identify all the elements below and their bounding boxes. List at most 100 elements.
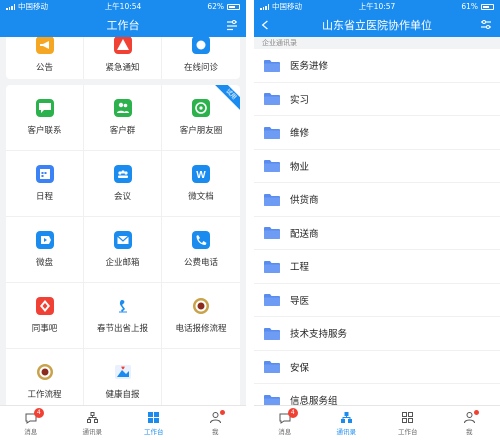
app-customer-contact[interactable]: 客户联系	[6, 85, 84, 151]
department-folder[interactable]: 导医	[254, 284, 500, 317]
chat-icon	[35, 99, 54, 117]
department-folder[interactable]: 维修	[254, 116, 500, 150]
section-header: 企业通讯录	[254, 37, 500, 49]
app-label: 企业邮箱	[105, 258, 140, 268]
workbench-screen: 中国移动 上午10:54 62% 工作台 公告 紧急通知 在线问诊 客户联系 客户群客…	[0, 0, 246, 440]
app-docs[interactable]: W 微文档	[162, 151, 240, 217]
department-folder[interactable]: 安保	[254, 351, 500, 384]
folder-label: 维修	[290, 128, 310, 140]
phone-icon	[192, 231, 210, 249]
tab-workbench[interactable]: 工作台	[123, 406, 185, 440]
seal-icon	[36, 363, 54, 381]
tab-workbench[interactable]: 工作台	[377, 406, 439, 440]
app-label: 同事吧	[31, 324, 58, 334]
department-folder[interactable]: 供货商	[254, 183, 500, 217]
battery-percent: 61%	[461, 2, 478, 11]
signal-icon	[6, 3, 15, 10]
status-bar: 中国移动 上午10:57 61%	[254, 0, 500, 13]
app-repair[interactable]: 电话报修流程	[162, 283, 240, 349]
tab-bar: 消息 4 通讯录 工作台 我	[254, 405, 500, 440]
tab-label: 工作台	[398, 427, 418, 436]
app-label: 在线问诊	[183, 63, 218, 73]
mail-icon	[113, 231, 132, 249]
folder-label: 技术支持服务	[290, 329, 348, 341]
notification-dot	[474, 410, 480, 415]
app-customer-group[interactable]: 客户群	[84, 85, 162, 151]
tab-label: 消息	[278, 427, 292, 436]
department-folder[interactable]: 实习	[254, 83, 500, 116]
tab-contacts[interactable]: 通讯录	[316, 406, 378, 440]
app-mail[interactable]: 企业邮箱	[84, 217, 162, 283]
stethoscope-icon	[192, 37, 210, 54]
back-arrow-icon[interactable]	[261, 19, 269, 31]
tab-label: 工作台	[144, 427, 164, 436]
folder-label: 实习	[290, 94, 310, 106]
tab-contacts[interactable]: 通讯录	[62, 406, 124, 440]
top-item-1[interactable]: 紧急通知	[84, 37, 162, 79]
folder-icon	[264, 93, 280, 106]
contacts-icon	[86, 411, 98, 423]
department-folder[interactable]: 物业	[254, 150, 500, 183]
app-label: 春节出省上报	[96, 324, 148, 334]
tab-messages[interactable]: 消息 4	[0, 406, 62, 440]
app-spring-report[interactable]: 春节出省上报	[84, 283, 162, 349]
screen-divider	[246, 0, 254, 440]
app-schedule[interactable]: 日程	[6, 151, 84, 217]
clock: 上午10:54	[104, 2, 142, 11]
app-label: 客户群	[109, 126, 136, 136]
folder-icon	[264, 193, 280, 206]
app-workflow[interactable]: 工作流程	[6, 349, 84, 405]
calendar-icon	[35, 165, 54, 183]
app-phone[interactable]: 公费电话	[162, 217, 240, 283]
page-title: 山东省立医院协作单位	[322, 19, 432, 32]
settings-sliders-icon[interactable]	[226, 19, 238, 31]
carrier-label: 中国移动	[18, 2, 48, 11]
group-icon	[113, 99, 132, 117]
workbench-content: 公告 紧急通知 在线问诊 客户联系 客户群 客户朋友圈 试用日程 会议 W 微文档微盘 企业邮箱 公…	[0, 37, 246, 405]
settings-sliders-icon[interactable]	[480, 19, 492, 31]
department-folder[interactable]: 工程	[254, 250, 500, 284]
folder-icon	[264, 126, 280, 139]
folder-label: 工程	[290, 262, 310, 274]
alert-icon	[113, 37, 132, 54]
folder-icon	[264, 361, 280, 374]
department-folder[interactable]: 医务进修	[254, 49, 500, 83]
app-colleague[interactable]: 同事吧	[6, 283, 84, 349]
department-folder[interactable]: 技术支持服务	[254, 317, 500, 351]
app-customer-moments[interactable]: 客户朋友圈 试用	[162, 85, 240, 151]
top-item-0[interactable]: 公告	[6, 37, 84, 79]
megaphone-icon	[35, 37, 54, 54]
page-title: 工作台	[106, 19, 140, 32]
app-empty	[162, 349, 240, 405]
top-app-card: 公告 紧急通知 在线问诊	[6, 37, 240, 79]
tab-label: 消息	[24, 427, 38, 436]
meeting-icon	[113, 165, 132, 183]
tab-me[interactable]: 我	[185, 406, 247, 440]
unread-badge: 4	[33, 408, 44, 418]
app-drive[interactable]: 微盘	[6, 217, 84, 283]
app-meeting[interactable]: 会议	[84, 151, 162, 217]
tab-me[interactable]: 我	[439, 406, 500, 440]
health-icon	[114, 363, 132, 381]
doc-icon: W	[192, 165, 210, 183]
folder-label: 信息服务组	[290, 396, 338, 405]
app-label: 紧急通知	[105, 63, 140, 73]
notification-dot	[220, 410, 226, 415]
folder-icon	[264, 227, 280, 240]
app-label: 微文档	[188, 192, 214, 202]
department-folder[interactable]: 信息服务组	[254, 384, 500, 405]
signal-icon	[260, 3, 269, 10]
tab-label: 通讯录	[336, 427, 357, 436]
app-label: 客户联系	[27, 126, 62, 136]
department-folder[interactable]: 配送商	[254, 217, 500, 250]
clock: 上午10:57	[358, 2, 396, 11]
tab-messages[interactable]: 消息 4	[254, 406, 316, 440]
app-health[interactable]: 健康自报	[84, 349, 162, 405]
folder-label: 医务进修	[290, 61, 329, 73]
colleague-icon	[35, 297, 54, 315]
top-item-2[interactable]: 在线问诊	[162, 37, 240, 79]
tab-label: 通讯录	[82, 427, 103, 436]
contacts-icon	[340, 411, 352, 423]
workbench-icon	[402, 411, 414, 423]
trial-corner-badge: 试用	[211, 85, 240, 114]
